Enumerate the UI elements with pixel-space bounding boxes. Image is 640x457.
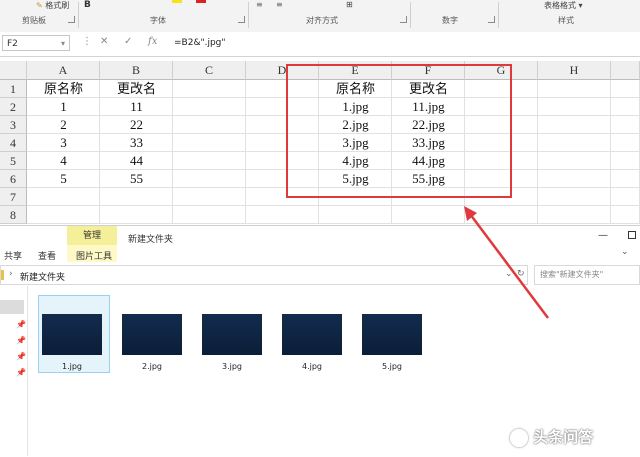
- watermark: 头条问答: [510, 426, 593, 447]
- annotation-arrow: [464, 206, 549, 319]
- watermark-logo-icon: [510, 428, 528, 447]
- arrow-line: [469, 213, 549, 319]
